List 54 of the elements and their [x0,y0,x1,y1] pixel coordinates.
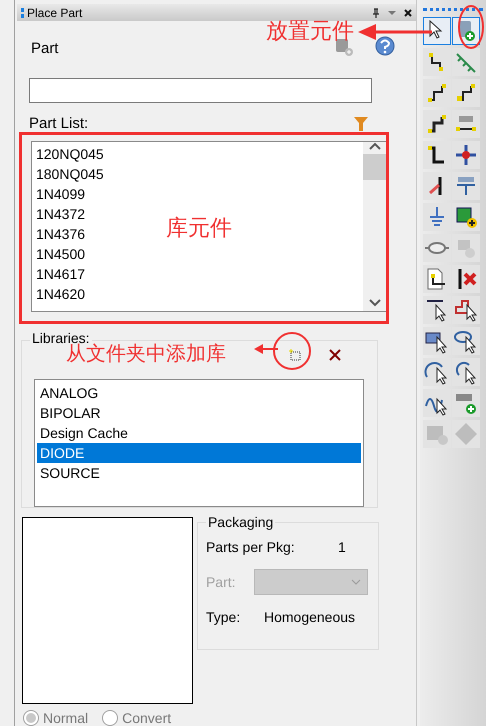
tool-button[interactable] [452,203,480,231]
part-list-item[interactable]: 120NQ045 [36,144,104,164]
radio-button[interactable] [22,710,39,726]
panel-title: Place Part [26,6,84,20]
tool-button[interactable] [423,17,452,45]
part-list-item[interactable]: 1N4372 [36,204,86,224]
type-label: Type: [206,609,242,625]
dropdown-icon[interactable] [388,10,396,16]
part-list-item[interactable]: 1N4099 [36,184,86,204]
part-list-label: Part List: [28,114,90,132]
annotation-text: 库元件 [166,215,232,243]
library-item[interactable]: ANALOG [36,383,361,403]
library-item[interactable]: Design Cache [36,423,361,443]
part-list-item[interactable]: 1N4500 [36,244,86,264]
tool-button[interactable] [452,358,480,386]
radio-button[interactable] [102,710,118,726]
scroll-up-icon[interactable] [368,142,381,150]
type-value: Homogeneous [264,609,356,625]
delete-icon[interactable] [328,349,341,361]
diamond-icon [453,421,480,447]
annotation-text: 放置元件 [266,18,354,46]
tool-button[interactable] [452,296,480,324]
add-library-icon[interactable] [288,349,301,361]
polyline-pointer-icon [453,297,480,323]
grip-icon [20,6,24,19]
library-listbox[interactable]: ANALOG BIPOLAR Design Cache DIODE SOURCE [34,379,364,507]
part-input-field[interactable] [28,78,372,103]
annotation-arrow [254,343,278,355]
close-icon[interactable] [404,8,412,17]
part-list-item[interactable]: 1N4617 [36,264,86,284]
scroll-thumb[interactable] [362,154,387,180]
part-list-item[interactable]: 180NQ045 [36,164,104,184]
annotation-circle [456,3,486,51]
pin-icon[interactable] [372,8,380,18]
part-label: Part [30,40,60,58]
radio-label: Normal [42,710,88,726]
scroll-down-icon[interactable] [368,298,381,307]
part-select-label: Part: [206,574,237,590]
tool-button[interactable] [452,79,480,107]
packaging-title: Packaging [206,514,276,530]
help-icon[interactable] [374,36,396,58]
annotation-circle [270,331,314,371]
tool-button[interactable] [452,141,480,169]
tool-button[interactable] [452,265,480,293]
radio-label: Convert [122,710,172,726]
library-item[interactable]: SOURCE [36,463,361,483]
parts-per-pkg-label: Parts per Pkg: [206,539,296,555]
tool-button[interactable] [452,110,480,138]
library-item[interactable]: DIODE [36,443,361,463]
tool-button[interactable] [452,327,480,355]
library-item[interactable]: BIPOLAR [36,403,361,423]
parts-per-pkg-value: 1 [338,539,346,555]
part-list-item[interactable]: 1N4620 [36,284,86,304]
part-list-item[interactable]: 1N4376 [36,224,86,244]
